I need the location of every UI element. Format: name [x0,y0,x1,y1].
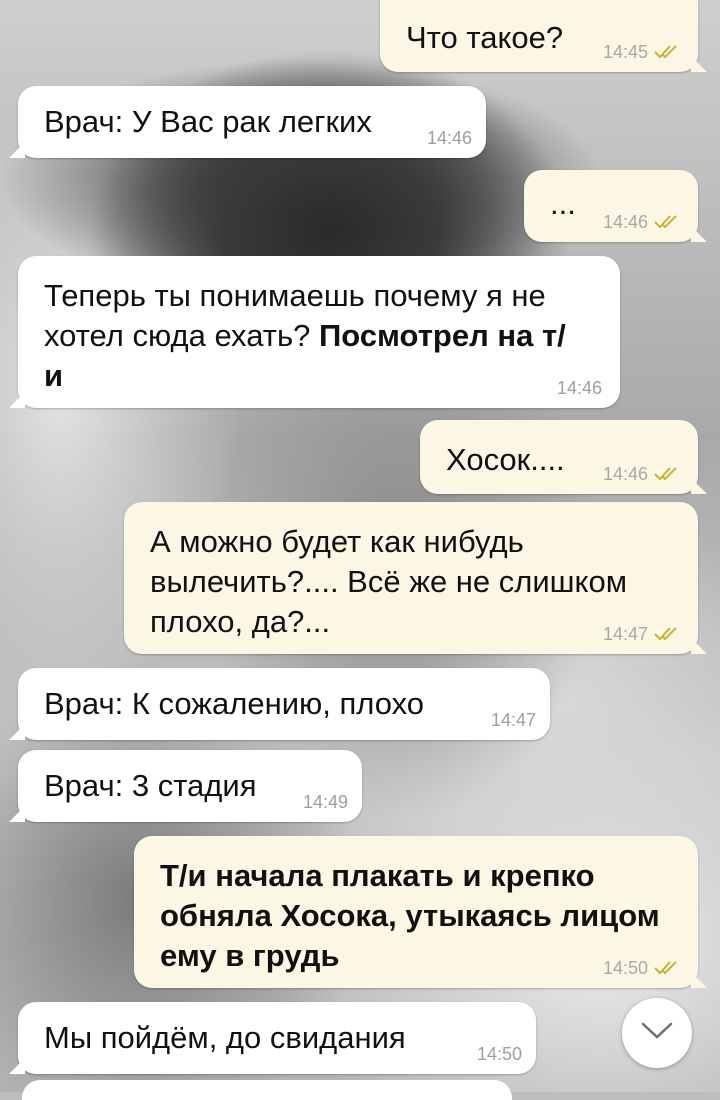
message-meta: 14:50 [603,958,680,978]
message-time: 14:45 [602,42,648,62]
message-text: Мы пойдём, до свидания [44,1020,406,1055]
message-outgoing[interactable]: Т/и начала плакать и крепко обняла Хосок… [134,836,707,988]
double-check-icon [654,626,680,642]
message-incoming[interactable]: Врач: К сожалению, плохо 14:47 [9,668,550,740]
message-text: Что такое? [406,20,564,55]
message-meta: 14:46 [603,212,680,232]
double-check-icon [654,44,680,60]
message-incoming[interactable]: Врач: 3 стадия 14:49 [9,750,362,822]
message-outgoing[interactable]: Хосок.... 14:46 [420,420,707,494]
message-text: Хосок.... [446,442,565,477]
message-time: 14:46 [602,464,648,484]
message-time: 14:49 [302,792,348,812]
message-outgoing[interactable]: А можно будет как нибудь вылечить?.... В… [124,502,707,654]
message-time: 14:50 [476,1044,522,1064]
message-text: Врач: У Вас рак легких [44,104,372,139]
message-meta: 14:47 [603,624,680,644]
message-time: 14:46 [556,378,602,398]
message-meta: 14:50 [477,1044,522,1064]
message-text: ... [550,186,576,221]
message-meta: 14:46 [557,378,602,398]
message-action-text: Т/и начала плакать и крепко обняла Хосок… [160,858,669,973]
double-check-icon [654,214,680,230]
message-incoming[interactable]: Теперь ты понимаешь почему я не хотел сю… [9,256,620,408]
message-text: А можно будет как нибудь вылечить?.... В… [150,524,636,639]
message-time: 14:46 [426,128,472,148]
scroll-to-bottom-button[interactable] [622,998,692,1068]
message-time: 14:47 [602,624,648,644]
message-incoming[interactable]: Мы пойдём, до свидания 14:50 [9,1002,536,1074]
message-meta: 14:49 [303,792,348,812]
message-text: Врач: 3 стадия [44,768,257,803]
message-meta: 14:46 [603,464,680,484]
double-check-icon [654,960,680,976]
message-time: 14:47 [490,710,536,730]
message-outgoing[interactable]: ... 14:46 [524,170,707,242]
message-incoming-partial [22,1080,512,1100]
double-check-icon [654,466,680,482]
message-meta: 14:47 [491,710,536,730]
message-incoming[interactable]: Врач: У Вас рак легких 14:46 [9,86,486,158]
message-outgoing[interactable]: Что такое? 14:45 [380,0,707,72]
message-text: Врач: К сожалению, плохо [44,686,424,721]
message-time: 14:50 [602,958,648,978]
message-time: 14:46 [602,212,648,232]
message-meta: 14:46 [427,128,472,148]
message-meta: 14:45 [603,42,680,62]
chevron-down-icon [640,1021,674,1046]
